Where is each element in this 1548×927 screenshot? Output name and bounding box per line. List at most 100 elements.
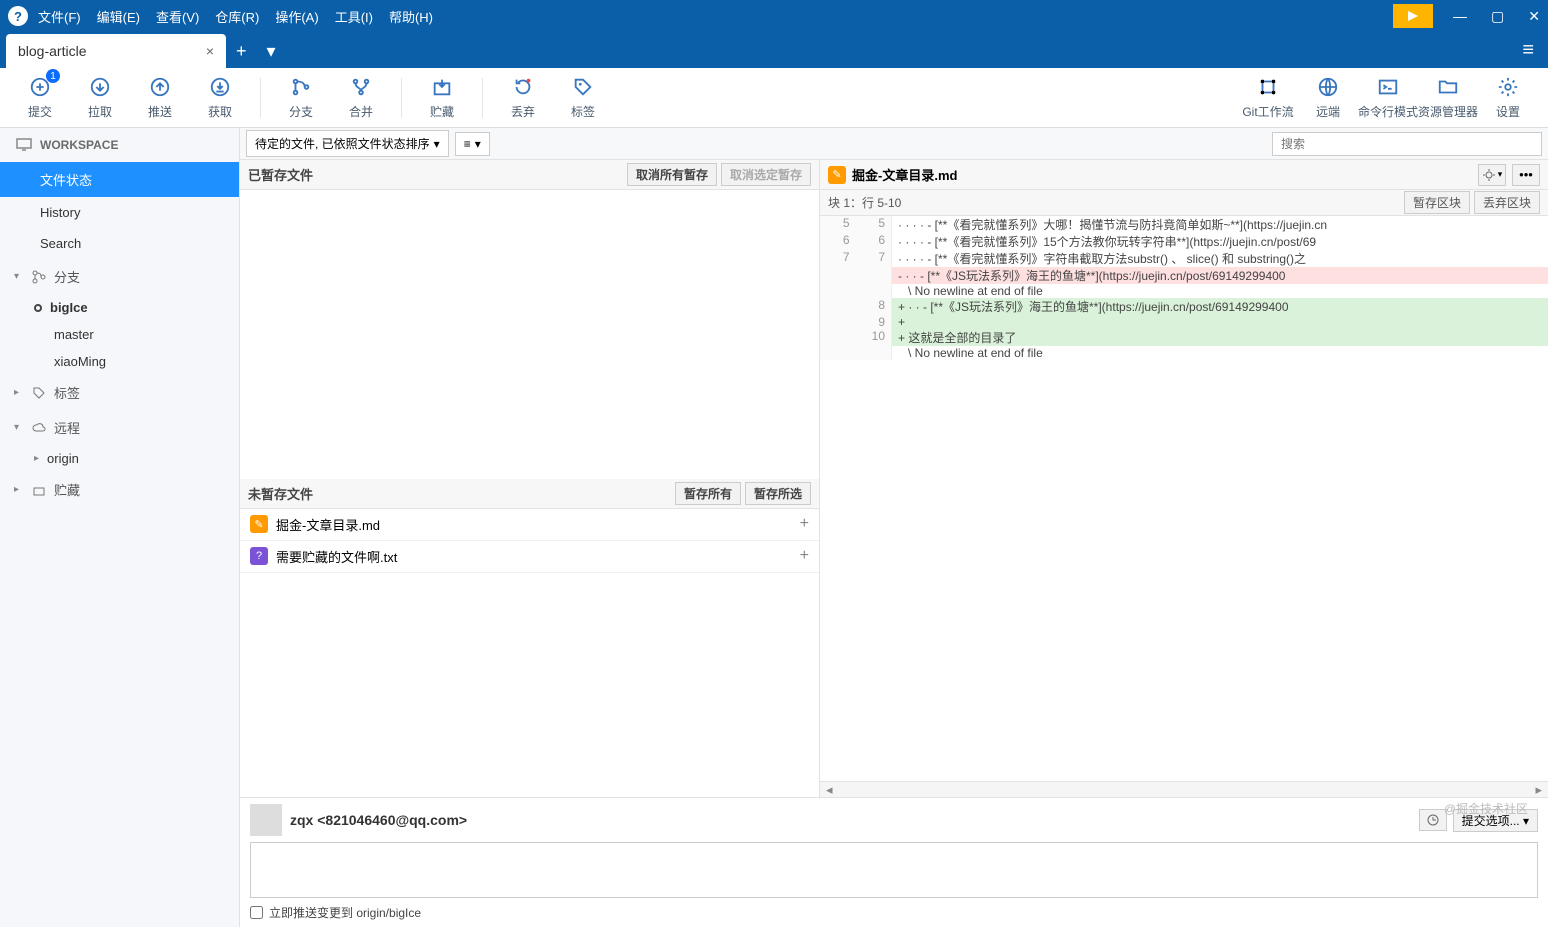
stash-icon xyxy=(32,483,46,497)
sidebar-item-filestatus[interactable]: 文件状态 xyxy=(0,162,239,197)
terminal-button[interactable]: 命令行模式 xyxy=(1358,75,1418,120)
diff-view[interactable]: 55· · · · - [**《看完就懂系列》大哪！揭懂节流与防抖竟简单如斯~*… xyxy=(820,216,1548,781)
menu-tool[interactable]: 工具(I) xyxy=(335,7,373,26)
sidebar-item-search[interactable]: Search xyxy=(0,228,239,259)
diff-line[interactable]: 9+ xyxy=(820,315,1548,329)
tag-button[interactable]: 标签 xyxy=(553,75,613,120)
discard-hunk-button[interactable]: 丢弃区块 xyxy=(1474,191,1540,214)
diff-line[interactable]: 55· · · · - [**《看完就懂系列》大哪！揭懂节流与防抖竟简单如斯~*… xyxy=(820,216,1548,233)
workspace-header: WORKSPACE xyxy=(0,128,239,162)
merge-icon xyxy=(349,75,373,99)
branch-button[interactable]: 分支 xyxy=(271,75,331,120)
commit-badge: 1 xyxy=(46,69,60,83)
stage-file-button[interactable]: + xyxy=(800,547,809,565)
commit-icon: 1 xyxy=(28,75,52,99)
untracked-icon: ? xyxy=(250,547,268,565)
discard-button[interactable]: 丢弃 xyxy=(493,75,553,120)
repo-tab[interactable]: blog-article × xyxy=(6,34,226,68)
unstaged-header: 未暂存文件 暂存所有 暂存所选 xyxy=(240,479,819,509)
remote-origin[interactable]: ▸origin xyxy=(0,445,239,472)
stage-hunk-button[interactable]: 暂存区块 xyxy=(1404,191,1470,214)
diff-line[interactable]: 10+ 这就是全部的目录了 xyxy=(820,329,1548,346)
modified-icon: ✎ xyxy=(828,166,846,184)
sidebar-section-branches[interactable]: ▾ 分支 xyxy=(0,259,239,294)
menu-help[interactable]: 帮助(H) xyxy=(389,7,433,26)
stage-all-button[interactable]: 暂存所有 xyxy=(675,482,741,505)
view-mode-dropdown[interactable]: ≡ ▾ xyxy=(455,132,490,156)
file-row[interactable]: ✎ 掘金-文章目录.md + xyxy=(240,509,819,541)
tab-close-icon[interactable]: × xyxy=(206,43,214,59)
diff-line[interactable]: - · · - [**《JS玩法系列》海王的鱼塘**](https://juej… xyxy=(820,267,1548,284)
caret-down-icon: ▾ xyxy=(434,137,440,151)
settings-button[interactable]: 设置 xyxy=(1478,75,1538,120)
minimize-button[interactable]: — xyxy=(1453,8,1467,25)
folder-icon xyxy=(1436,75,1460,99)
commit-author: zqx <821046460@qq.com> xyxy=(290,812,467,828)
push-after-commit-checkbox[interactable] xyxy=(250,906,263,919)
fetch-icon xyxy=(208,75,232,99)
menu-file[interactable]: 文件(F) xyxy=(38,7,81,26)
menu-edit[interactable]: 编辑(E) xyxy=(97,7,140,26)
stage-file-button[interactable]: + xyxy=(800,515,809,533)
menu-action[interactable]: 操作(A) xyxy=(275,7,318,26)
app-logo: ? xyxy=(8,6,28,26)
branch-master[interactable]: master xyxy=(0,321,239,348)
diff-line[interactable]: \ No newline at end of file xyxy=(820,284,1548,298)
stage-selected-button[interactable]: 暂存所选 xyxy=(745,482,811,505)
current-branch-icon xyxy=(34,304,42,312)
tab-menu-caret[interactable]: ▾ xyxy=(257,41,286,68)
stash-button[interactable]: 贮藏 xyxy=(412,75,472,120)
sidebar-item-history[interactable]: History xyxy=(0,197,239,228)
commit-button[interactable]: 1 提交 xyxy=(10,75,70,120)
menu-view[interactable]: 查看(V) xyxy=(156,7,199,26)
diff-line[interactable]: \ No newline at end of file xyxy=(820,346,1548,360)
search-input[interactable] xyxy=(1272,132,1542,156)
history-button[interactable] xyxy=(1419,809,1447,831)
diff-line[interactable]: 77· · · · - [**《看完就懂系列》字符串截取方法substr() 、… xyxy=(820,250,1548,267)
commit-message-input[interactable] xyxy=(250,842,1538,898)
globe-icon xyxy=(1316,75,1340,99)
monitor-icon xyxy=(16,138,32,152)
terminal-icon xyxy=(1376,75,1400,99)
cloud-icon xyxy=(32,421,46,435)
notification-flag[interactable] xyxy=(1393,4,1433,28)
remote-button[interactable]: 远端 xyxy=(1298,75,1358,120)
chevron-down-icon: ▾ xyxy=(14,422,24,433)
sidebar-section-tags[interactable]: ▸ 标签 xyxy=(0,375,239,410)
menu-repo[interactable]: 仓库(R) xyxy=(215,7,259,26)
watermark: @掘金技术社区 xyxy=(1444,800,1528,817)
diff-scrollbar[interactable]: ◂▸ xyxy=(820,781,1548,797)
maximize-button[interactable]: ▢ xyxy=(1491,8,1504,25)
close-button[interactable]: ✕ xyxy=(1528,8,1540,25)
sidebar-section-stashes[interactable]: ▸ 贮藏 xyxy=(0,472,239,507)
chevron-down-icon: ▾ xyxy=(14,271,24,282)
hamburger-menu-icon[interactable]: ≡ xyxy=(1508,39,1548,68)
unstage-selected-button[interactable]: 取消选定暂存 xyxy=(721,163,811,186)
discard-icon xyxy=(511,75,535,99)
more-options-button[interactable]: ••• xyxy=(1512,164,1540,186)
push-after-label: 立即推送变更到 origin/bigIce xyxy=(269,904,421,921)
staged-file-list xyxy=(240,190,819,479)
caret-down-icon: ▾ xyxy=(475,137,481,151)
fetch-button[interactable]: 获取 xyxy=(190,75,250,120)
sidebar-section-remotes[interactable]: ▾ 远程 xyxy=(0,410,239,445)
branch-xiaoming[interactable]: xiaoMing xyxy=(0,348,239,375)
new-tab-button[interactable]: + xyxy=(226,41,257,68)
diff-line[interactable]: 66· · · · - [**《看完就懂系列》15个方法教你玩转字符串**](h… xyxy=(820,233,1548,250)
gitflow-button[interactable]: Git工作流 xyxy=(1238,75,1298,120)
unstage-all-button[interactable]: 取消所有暂存 xyxy=(627,163,717,186)
list-icon: ≡ xyxy=(464,137,471,151)
chevron-right-icon: ▸ xyxy=(14,484,24,495)
hunk-label: 块 1：行 5-10 xyxy=(828,194,901,211)
branch-bigice[interactable]: bigIce xyxy=(0,294,239,321)
merge-button[interactable]: 合并 xyxy=(331,75,391,120)
branch-icon xyxy=(32,270,46,284)
push-button[interactable]: 推送 xyxy=(130,75,190,120)
file-row[interactable]: ? 需要贮藏的文件啊.txt + xyxy=(240,541,819,573)
pull-button[interactable]: 拉取 xyxy=(70,75,130,120)
diff-line[interactable]: 8+ · · - [**《JS玩法系列》海王的鱼塘**](https://jue… xyxy=(820,298,1548,315)
explorer-button[interactable]: 资源管理器 xyxy=(1418,75,1478,120)
file-sort-dropdown[interactable]: 待定的文件, 已依照文件状态排序 ▾ xyxy=(246,130,449,157)
gitflow-icon xyxy=(1256,75,1280,99)
diff-settings-button[interactable]: ▾ xyxy=(1478,164,1506,186)
